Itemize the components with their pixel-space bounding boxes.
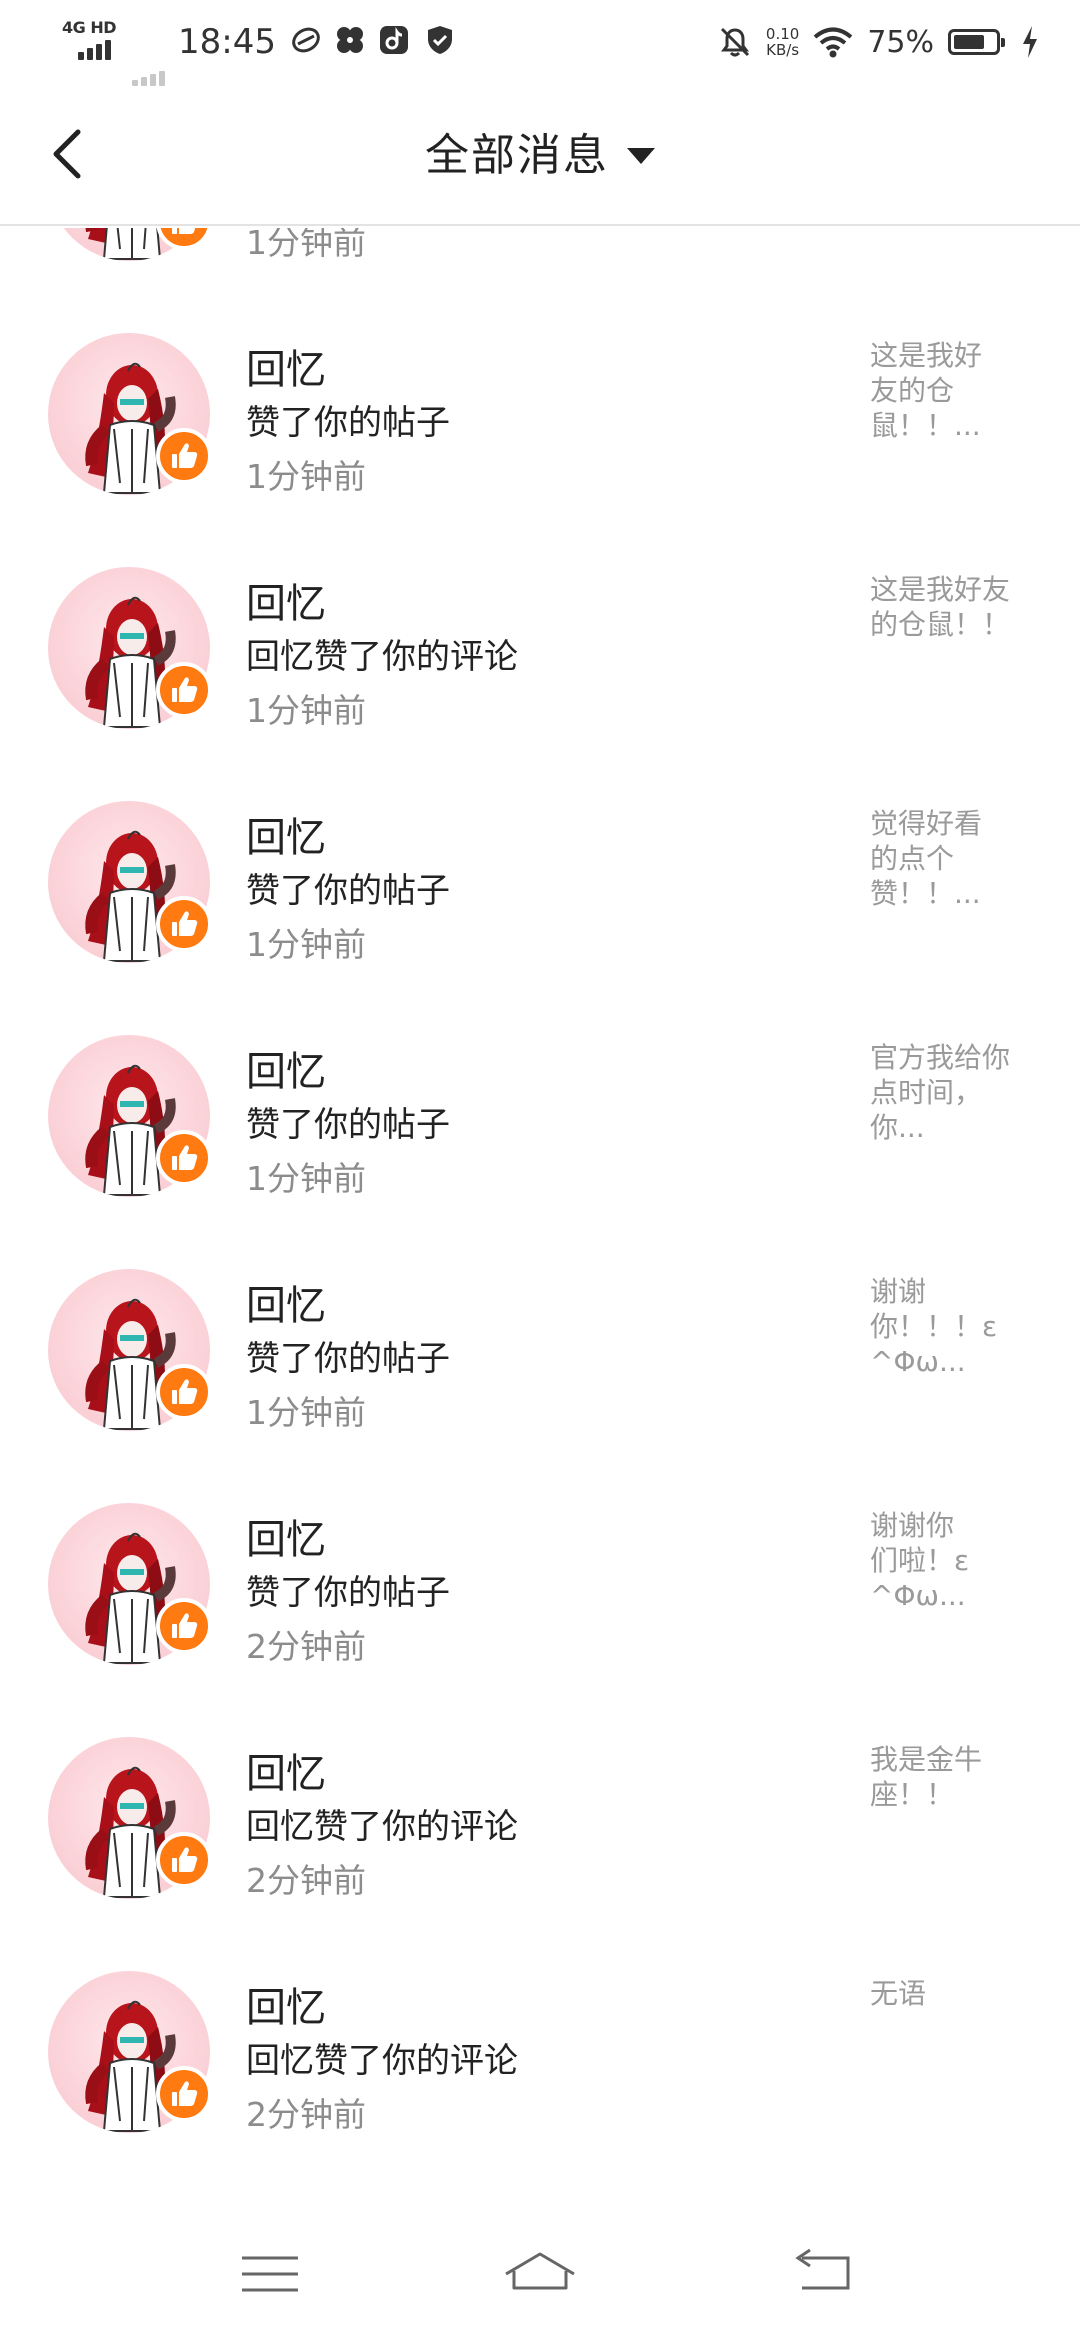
battery-fill	[954, 35, 984, 49]
thumbs-up-icon	[172, 677, 198, 702]
message-time: 2分钟前	[246, 1861, 366, 1900]
battery-icon	[948, 29, 1005, 55]
message-time: 1分钟前	[246, 228, 366, 262]
message-time: 2分钟前	[246, 2095, 366, 2134]
content-preview[interactable]: 这是我好 友的仓 鼠！！...	[870, 338, 1032, 443]
message-item[interactable]: 回忆赞了你的帖子 1分钟前 官方我给你 点时间， 你...	[0, 1020, 1080, 1254]
message-action: 赞了你的帖子	[246, 871, 450, 911]
sender-name: 回忆	[246, 1751, 326, 1797]
signal-4g-icon: 4G HD	[62, 18, 117, 60]
thumbs-up-icon	[172, 1613, 198, 1638]
message-action: 赞了你的帖子	[246, 1573, 450, 1613]
message-item[interactable]: 回忆赞了你的帖子 1分钟前 这是我好 友的仓 鼠！！...	[0, 318, 1080, 552]
thumbs-up-icon	[172, 443, 198, 468]
page-title: 全部消息	[425, 130, 609, 181]
home-nav-button[interactable]	[500, 2244, 580, 2304]
net-speed: 0.10 KB/s	[766, 26, 799, 58]
message-action: 回忆赞了你的评论	[246, 1807, 518, 1847]
net-speed-unit: KB/s	[766, 41, 800, 59]
shield-icon	[428, 26, 452, 54]
message-filter-dropdown[interactable]: 全部消息	[0, 126, 1080, 186]
message-item[interactable]: 回忆回忆赞了你的评论 2分钟前 我是金牛 座！！	[0, 1722, 1080, 1956]
content-preview[interactable]: 觉得好看 的点个 赞！！...	[870, 806, 1032, 911]
network-type-label: 4G HD	[62, 18, 117, 37]
content-preview[interactable]: 无语	[870, 1976, 1032, 2011]
message-time: 1分钟前	[246, 691, 366, 730]
caret-down-icon	[627, 148, 655, 164]
music-app-icon	[380, 26, 408, 54]
sender-name: 回忆	[246, 815, 326, 861]
battery-percent: 75%	[867, 24, 934, 60]
sender-name: 回忆	[246, 1283, 326, 1329]
fan-icon	[337, 27, 363, 53]
net-speed-value: 0.10	[765, 25, 800, 43]
status-time: 18:45	[178, 22, 276, 62]
content-preview[interactable]: 谢谢 你！！！ε ^Φω...	[870, 1274, 1032, 1379]
signal-secondary-icon	[132, 38, 165, 86]
message-action: 赞了你的帖子	[246, 1105, 450, 1145]
message-time: 1分钟前	[246, 1393, 366, 1432]
status-right: 0.10 KB/s 75%	[718, 18, 1040, 66]
like-badge	[156, 896, 212, 952]
message-time: 1分钟前	[246, 925, 366, 964]
back-nav-button[interactable]	[784, 2244, 864, 2304]
message-item[interactable]: 回忆回忆赞了你的评论 1分钟前 这是我好友 的仓鼠！！	[0, 552, 1080, 786]
system-nav-bar	[0, 2210, 1080, 2340]
thumbs-up-icon	[172, 1145, 198, 1170]
thumbs-up-icon	[172, 228, 196, 234]
message-item[interactable]: 回忆赞了你的帖子 1分钟前 谢谢 你！！！ε ^Φω...	[0, 1254, 1080, 1488]
thumbs-up-icon	[172, 1379, 198, 1404]
app-notification-icon	[292, 27, 320, 53]
message-time: 2分钟前	[246, 1627, 366, 1666]
thumbs-up-icon	[172, 2081, 198, 2106]
mute-bell-icon	[720, 27, 749, 57]
content-preview[interactable]: 官方我给你 点时间， 你...	[870, 1040, 1032, 1145]
sender-name: 回忆	[246, 1985, 326, 2031]
menu-nav-button[interactable]	[230, 2244, 310, 2304]
like-badge	[156, 1364, 212, 1420]
charging-bolt-icon	[1023, 26, 1037, 58]
message-item[interactable]: 回忆赞了你的帖子 1分钟前 觉得好看 的点个 赞！！...	[0, 786, 1080, 1020]
content-preview[interactable]: 我是金牛 座！！	[870, 1742, 1032, 1812]
screen: 4G HD 18:45 0.10 KB/s 75% 全部消息 1分钟前 回忆 赞…	[0, 0, 1080, 2340]
like-badge	[156, 428, 212, 484]
message-item[interactable]: 回忆回忆赞了你的评论 2分钟前 无语	[0, 1956, 1080, 2190]
like-badge	[156, 1130, 212, 1186]
message-time: 1分钟前	[246, 457, 366, 496]
content-preview[interactable]: 谢谢你 们啦！ε ^Φω...	[870, 1508, 1032, 1613]
message-item[interactable]: 回忆赞了你的帖子 2分钟前 谢谢你 们啦！ε ^Φω...	[0, 1488, 1080, 1722]
message-action: 赞了你的帖子	[246, 403, 450, 443]
thumbs-up-icon	[172, 1847, 198, 1872]
message-item[interactable]: 1分钟前	[0, 228, 1080, 318]
sender-name: 回忆	[246, 581, 326, 627]
like-badge	[156, 662, 212, 718]
sender-name: 回忆	[246, 347, 326, 393]
thumbs-up-icon	[172, 911, 198, 936]
header: 全部消息	[0, 86, 1080, 226]
message-list[interactable]: 1分钟前 回忆 赞了你的帖子 1分钟前 这是我好 友的仓 鼠！！... 回忆 回忆赞了你的评…	[0, 228, 1080, 2210]
wifi-icon	[814, 27, 853, 58]
like-badge	[156, 2066, 212, 2122]
message-action: 赞了你的帖子	[246, 1339, 450, 1379]
message-time: 1分钟前	[246, 1159, 366, 1198]
content-preview[interactable]: 这是我好友 的仓鼠！！	[870, 572, 1032, 642]
status-bar: 4G HD 18:45 0.10 KB/s 75%	[0, 0, 1080, 86]
message-action: 回忆赞了你的评论	[246, 637, 518, 677]
sender-name: 回忆	[246, 1517, 326, 1563]
like-badge	[156, 1598, 212, 1654]
message-action: 回忆赞了你的评论	[246, 2041, 518, 2081]
like-badge	[156, 1832, 212, 1888]
sender-name: 回忆	[246, 1049, 326, 1095]
